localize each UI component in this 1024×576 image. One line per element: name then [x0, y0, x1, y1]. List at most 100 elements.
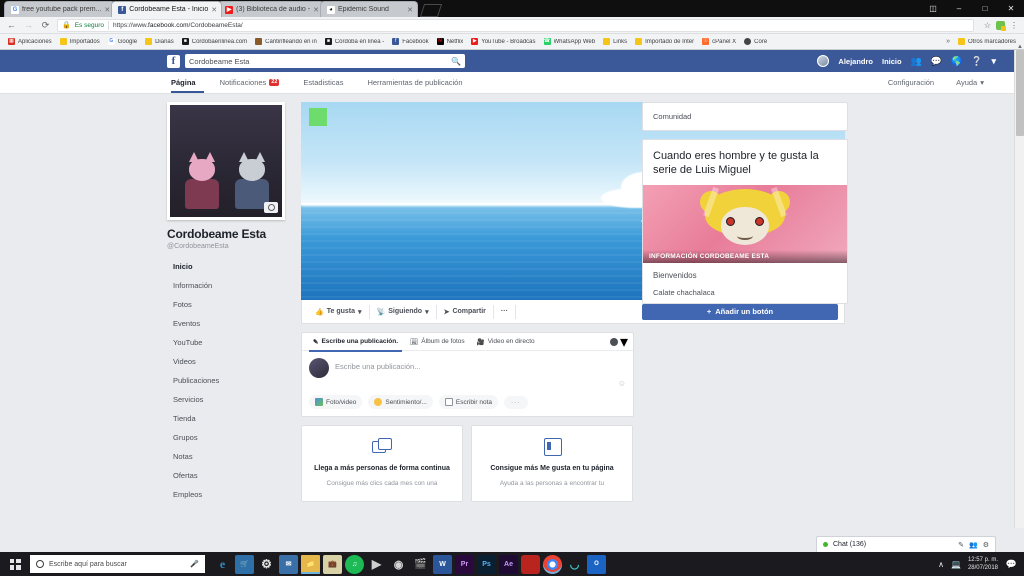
gear-icon[interactable]: ⚙	[983, 541, 989, 549]
page-scrollbar[interactable]: ▲	[1014, 44, 1024, 528]
composer-tab-live-video[interactable]: 🎥 Video en directo	[471, 333, 541, 351]
browser-tab-3[interactable]: ▶ (3) Biblioteca de audio - ✕	[218, 1, 324, 17]
close-icon[interactable]: ✕	[313, 6, 319, 14]
sidebar-item-grupos[interactable]: Grupos	[167, 428, 297, 447]
sidebar-item-informacion[interactable]: Información	[167, 276, 297, 295]
more-options-button[interactable]: ···	[494, 304, 516, 319]
maximize-icon[interactable]: □	[972, 0, 998, 17]
user-name[interactable]: Alejandro	[838, 57, 873, 66]
tray-chevron-icon[interactable]: ∧	[938, 560, 944, 569]
sidebar-item-inicio[interactable]: Inicio	[167, 257, 297, 276]
chat-bar[interactable]: Chat (136) ✎ 👥 ⚙	[816, 536, 996, 552]
settings-gear-icon[interactable]: ⚙	[257, 554, 276, 574]
bookmark-item[interactable]: ☎ WhatsApp Web	[540, 38, 600, 45]
following-button[interactable]: 📡 Siguiendo ▾	[370, 304, 437, 319]
edge-icon[interactable]: e	[213, 554, 232, 574]
tab-ayuda[interactable]: Ayuda ▾	[946, 78, 994, 87]
search-icon[interactable]: 🔍	[451, 57, 461, 66]
compose-icon[interactable]: ✎	[958, 541, 964, 549]
new-tab-button[interactable]	[419, 4, 443, 17]
network-icon[interactable]: 💻	[951, 560, 961, 569]
sidebar-item-empleos[interactable]: Empleos	[167, 485, 297, 504]
composer-input[interactable]: Escribe una publicación...	[335, 358, 612, 371]
outlook-icon[interactable]: O	[587, 554, 606, 574]
taskbar-search-input[interactable]: Escribe aquí para buscar 🎤	[30, 555, 205, 573]
photo-video-button[interactable]: Foto/video	[309, 395, 363, 409]
bookmark-star-icon[interactable]: ☆	[984, 21, 991, 30]
tab-pagina[interactable]: Página	[167, 72, 208, 93]
home-link[interactable]: Inicio	[882, 57, 902, 66]
sidebar-item-fotos[interactable]: Fotos	[167, 295, 297, 314]
bookmark-item[interactable]: Importado de Inter	[631, 38, 698, 45]
tab-configuracion[interactable]: Configuración	[878, 78, 944, 87]
word-icon[interactable]: W	[433, 554, 452, 574]
profile-picture[interactable]	[167, 102, 285, 220]
add-button-button[interactable]: + Añadir un botón	[642, 303, 838, 320]
bookmark-item[interactable]: f Facebook	[388, 38, 432, 45]
close-icon[interactable]: ✕	[407, 6, 413, 14]
sidebar-item-publicaciones[interactable]: Publicaciones	[167, 371, 297, 390]
bookmark-item[interactable]: Core	[740, 38, 771, 45]
bookmark-item[interactable]: G Google	[104, 38, 141, 45]
sidebar-item-youtube[interactable]: YouTube	[167, 333, 297, 352]
share-button[interactable]: ➤ Compartir	[437, 304, 494, 319]
emoji-icon[interactable]: ☺	[618, 379, 626, 388]
close-icon[interactable]: ✕	[104, 6, 110, 14]
promo-card-reach[interactable]: Llega a más personas de forma continua C…	[301, 425, 463, 502]
bookmark-item[interactable]: Links	[599, 38, 631, 45]
camtasia-icon[interactable]: 🎬	[411, 554, 430, 574]
back-icon[interactable]: ←	[6, 20, 17, 30]
after-effects-icon[interactable]: Ae	[499, 554, 518, 574]
sidebar-item-eventos[interactable]: Eventos	[167, 314, 297, 333]
facebook-logo-icon[interactable]: f	[167, 54, 180, 68]
camera-icon[interactable]	[264, 202, 278, 213]
composer-tab-photo-album[interactable]: 🖼 Álbum de fotos	[404, 333, 471, 351]
minimize-icon[interactable]: –	[946, 0, 972, 17]
browser-tab-1[interactable]: G free youtube pack prem... ✕	[4, 1, 116, 17]
write-note-button[interactable]: Escribir nota	[438, 395, 499, 409]
feeling-button[interactable]: Sentimiento/...	[368, 395, 433, 409]
restore-down-icon[interactable]: ◫	[920, 0, 946, 17]
start-button[interactable]	[0, 552, 30, 576]
sidebar-item-servicios[interactable]: Servicios	[167, 390, 297, 409]
shopping-bag-icon[interactable]: 💼	[323, 554, 342, 574]
teal-app-icon[interactable]: ◡	[565, 554, 584, 574]
chrome-icon[interactable]	[543, 554, 562, 574]
bookmark-item[interactable]: ☉ cPanel X	[698, 38, 740, 45]
friends-icon[interactable]: 👥	[969, 541, 978, 549]
red-app-icon[interactable]	[521, 554, 540, 574]
bookmark-item[interactable]: ▶ YouTube - Broadcas	[467, 38, 539, 45]
store-icon[interactable]: 🛒	[235, 554, 254, 574]
browser-tab-2[interactable]: f Cordobeame Esta - Inicio ✕	[111, 1, 223, 17]
composer-tab-post[interactable]: ✎ Escribe una publicación.	[307, 333, 404, 352]
taskbar-clock[interactable]: 12:57 p. m. 28/07/2018	[968, 556, 998, 572]
account-chevron-icon[interactable]: ▾	[991, 56, 996, 67]
forward-icon[interactable]: →	[23, 20, 34, 30]
like-button[interactable]: 👍 Te gusta ▾	[308, 304, 370, 319]
friend-requests-icon[interactable]: 👥	[911, 56, 922, 67]
action-center-icon[interactable]: 💬	[1005, 558, 1018, 571]
obs-studio-icon[interactable]: ◉	[389, 554, 408, 574]
sidebar-item-notas[interactable]: Notas	[167, 447, 297, 466]
chrome-menu-icon[interactable]: ⋮	[1010, 21, 1018, 30]
mail-icon[interactable]: ✉	[279, 554, 298, 574]
bookmark-item[interactable]: N Netflix	[433, 38, 468, 45]
scrollbar-thumb[interactable]	[1016, 50, 1024, 136]
browser-tab-4[interactable]: ◕ Epidemic Sound ✕	[319, 1, 418, 17]
extension-icon[interactable]	[996, 20, 1006, 31]
promo-card-likes[interactable]: Consigue más Me gusta en tu página Ayuda…	[471, 425, 633, 502]
sidebar-item-tienda[interactable]: Tienda	[167, 409, 297, 428]
photoshop-icon[interactable]: Ps	[477, 554, 496, 574]
post-image[interactable]: INFORMACIÓN CORDOBEAME ESTA	[643, 184, 847, 263]
bookmark-item[interactable]: Importados	[56, 38, 104, 45]
help-icon[interactable]: ❔	[971, 56, 982, 67]
close-window-icon[interactable]: ✕	[998, 0, 1024, 17]
messenger-icon[interactable]: 💬	[931, 56, 942, 67]
tab-notificaciones[interactable]: Notificaciones 22	[208, 72, 292, 93]
composer-more-button[interactable]: ···	[504, 395, 528, 409]
sidebar-item-ofertas[interactable]: Ofertas	[167, 466, 297, 485]
file-explorer-icon[interactable]: 📁	[301, 554, 320, 574]
premiere-icon[interactable]: Pr	[455, 554, 474, 574]
bookmark-apps[interactable]: ▦ Aplicaciones	[4, 38, 56, 45]
microphone-icon[interactable]: 🎤	[190, 560, 199, 568]
